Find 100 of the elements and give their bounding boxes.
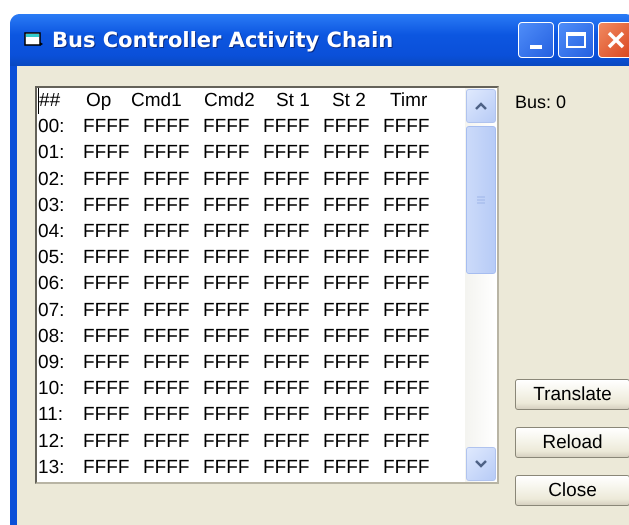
listing-cell-text: FFFF	[83, 298, 130, 323]
listing-cell-text: FFFF	[383, 272, 430, 296]
listing-cell-text: FFFF	[263, 403, 310, 428]
listing-cell-text: 06:	[38, 272, 66, 296]
chevron-up-icon	[474, 101, 488, 111]
listing-cell-text: FFFF	[323, 430, 370, 454]
listing-cell-text: FFFF	[383, 168, 430, 192]
listing-cell-text: FFFF	[383, 351, 430, 376]
listing-cell-text: FFFF	[383, 377, 430, 402]
listing-cell-text: FFFF	[203, 298, 250, 323]
listing-cell-text: FFFF	[203, 194, 250, 218]
listing-cell-text: FFFF	[263, 351, 310, 376]
listing-cell-text: FFFF	[83, 220, 130, 244]
listing-cell-text: FFFF	[143, 351, 190, 376]
listing-cell-text: FFFF	[203, 115, 250, 140]
text-area[interactable]	[35, 86, 499, 484]
scroll-down-button[interactable]	[466, 447, 496, 481]
close-dialog-button[interactable]: Close	[515, 475, 629, 506]
column-header: ##	[38, 88, 86, 114]
listing-cell-text: 09:	[38, 351, 66, 376]
scroll-up-button[interactable]	[466, 89, 496, 123]
listing-cell-text: FFFF	[263, 194, 310, 218]
listing-cell-text: FFFF	[83, 430, 130, 454]
listing-cell-text: FFFF	[263, 141, 310, 166]
listing-cell-text: FFFF	[383, 220, 430, 244]
listing-cell-text: FFFF	[323, 194, 370, 218]
listing-cell-text: 02:	[38, 168, 66, 192]
listing-cell-text: FFFF	[263, 298, 310, 323]
scrollbar[interactable]	[465, 88, 497, 482]
listing-cell-text: FFFF	[203, 324, 250, 349]
column-header: Op	[86, 89, 112, 113]
listing-cell-text: FFFF	[383, 298, 430, 323]
close-button[interactable]	[598, 22, 629, 58]
listing-cell-text: FFFF	[263, 456, 310, 480]
listing-cell-text: FFFF	[143, 298, 190, 323]
listing-cell-text: FFFF	[323, 351, 370, 376]
listing-cell-text: FFFF	[383, 324, 430, 349]
listing-cell-text: 05:	[38, 246, 66, 270]
translate-button[interactable]: Translate	[515, 379, 629, 410]
listing-cell-text: FFFF	[203, 456, 250, 480]
maximize-button[interactable]	[558, 22, 594, 58]
listing-cell-text: FFFF	[263, 220, 310, 244]
listing-cell-text: 04:	[38, 220, 66, 244]
listing-cell-text: FFFF	[83, 194, 130, 218]
listing-cell-text: FFFF	[203, 220, 250, 244]
chevron-down-icon	[474, 459, 488, 469]
listing-cell-text: FFFF	[83, 456, 130, 480]
listing-cell-text: FFFF	[203, 377, 250, 402]
listing-cell-text: 11:	[38, 403, 64, 428]
listing-cell-text: FFFF	[203, 272, 250, 296]
listing-cell-text: FFFF	[83, 272, 130, 296]
listing-cell-text: FFFF	[263, 246, 310, 270]
listing-cell-text: FFFF	[203, 168, 250, 192]
listing-cell-text: FFFF	[143, 324, 190, 349]
listing-cell-text: FFFF	[83, 324, 130, 349]
listing-cell-text: 12:	[38, 430, 66, 454]
listing-cell-text: FFFF	[263, 377, 310, 402]
listing-cell-text: FFFF	[83, 403, 130, 428]
listing-cell-text: FFFF	[83, 168, 130, 192]
column-header: St 2	[332, 89, 367, 113]
listing-cell-text: FFFF	[383, 194, 430, 218]
column-header: Timr	[390, 89, 428, 113]
scroll-thumb[interactable]	[466, 126, 496, 274]
listing-cell-text: FFFF	[323, 141, 370, 166]
listing-cell-text: FFFF	[323, 272, 370, 296]
listing-cell-text: FFFF	[323, 246, 370, 270]
reload-button[interactable]: Reload	[515, 427, 629, 458]
listing-cell-text: FFFF	[323, 168, 370, 192]
listing-cell-text: FFFF	[323, 115, 370, 140]
listing-cell-text: FFFF	[203, 351, 250, 376]
listing-cell-text: FFFF	[323, 377, 370, 402]
listing-cell-text: FFFF	[143, 168, 190, 192]
listing-cell-text: FFFF	[323, 324, 370, 349]
minimize-button[interactable]	[518, 22, 554, 58]
listing-cell-text: FFFF	[83, 115, 130, 140]
listing-cell-text: FFFF	[263, 324, 310, 349]
column-header: Cmd2	[204, 89, 256, 113]
listing-cell-text: 10:	[38, 377, 66, 402]
listing-cell-text: FFFF	[143, 377, 190, 402]
listing-cell-text: FFFF	[383, 430, 430, 454]
listing-cell-text: FFFF	[383, 115, 430, 140]
listing-cell-text: 01:	[38, 141, 66, 166]
listing-cell-text: FFFF	[143, 456, 190, 480]
listing-cell-text: FFFF	[83, 377, 130, 402]
listing-cell-text: 00:	[38, 115, 66, 140]
listing-cell-text: FFFF	[263, 272, 310, 296]
listing-cell-text: FFFF	[203, 141, 250, 166]
listing-cell-text: FFFF	[383, 141, 430, 166]
bus-label: Bus: 0	[515, 92, 568, 113]
listing-cell-text: FFFF	[323, 220, 370, 244]
listing-cell-text: FFFF	[383, 403, 430, 428]
listing-cell-text: 07:	[38, 298, 66, 323]
listing-cell-text: FFFF	[203, 246, 250, 270]
listing-cell-text: FFFF	[143, 403, 190, 428]
listing-cell-text: FFFF	[83, 246, 130, 270]
listing-cell-text: FFFF	[263, 430, 310, 454]
listing-cell-text: FFFF	[143, 194, 190, 218]
listing-cell-text: 13:	[38, 456, 66, 480]
listing-cell-text: FFFF	[323, 403, 370, 428]
listing-cell-text: FFFF	[383, 456, 430, 480]
